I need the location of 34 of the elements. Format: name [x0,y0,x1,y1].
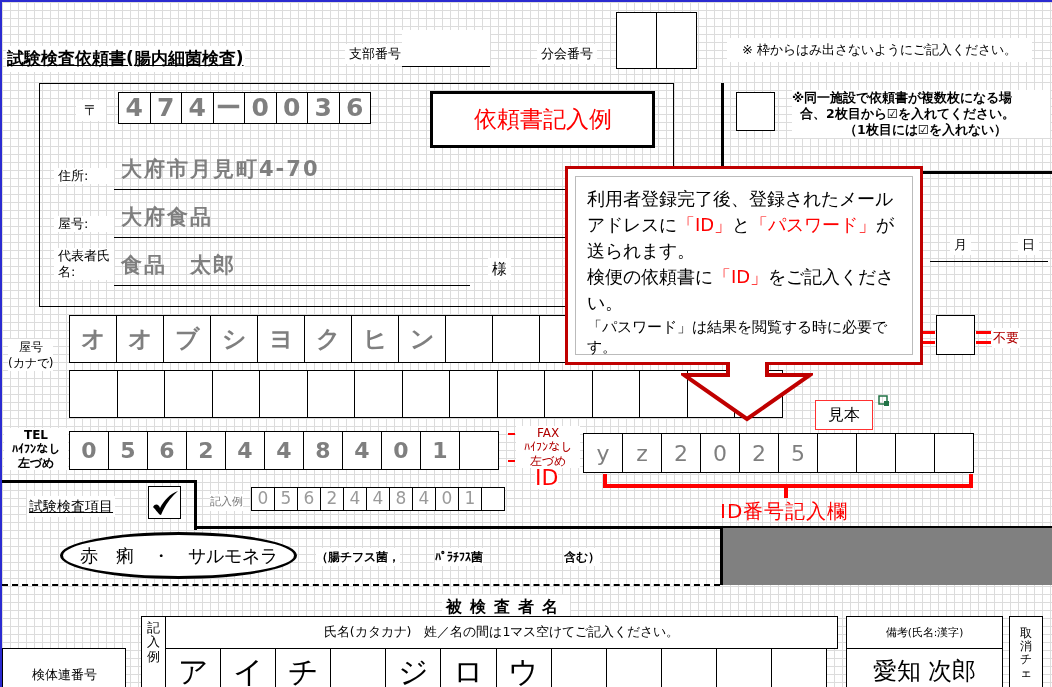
example-badge: 依頼書記入例 [430,91,655,148]
field-label: TEL ﾊｲﾌﾝなし 左づめ [4,428,68,470]
honorific: 様 [488,257,511,280]
unneeded-label: 不要 [992,328,1020,348]
table-cell: 愛知 次郎 [846,648,1003,687]
notice-text: ※ 枠からはみ出さないようにご記入ください。 [727,38,1032,62]
section-label: 試験検査項目 [27,496,115,517]
day-label: 日 [1018,235,1039,255]
field-label: 住所: [54,167,114,184]
field-label: 屋号 (カナで) [8,339,54,371]
field-label: 屋号: [54,215,114,232]
note-text: （腸チフス菌， [316,548,400,566]
note-text: ﾊﾟﾗﾁﾌｽ菌 [435,548,483,566]
sample-tooltip: 見本 [815,400,873,430]
column-header: 取消チェ [1020,627,1032,682]
message-text: 利用者登録完了後、登録されたメールアドレスに「ID」と「パスワード」が送られます。 検便の依頼書に「ID」をご記入ください。 「パスワード」は結果を閲覧する時に必要です。 [575,176,913,355]
field-label: 支部番号 [345,44,405,64]
field-label: FAX ﾊｲﾌﾝなし 左づめ [516,426,580,468]
note-text: 含む） [564,548,600,566]
field-label: 代表者氏名: [54,247,114,280]
column-header: 氏名(カタカナ) 姓／名の間は1マス空けてご記入ください。 [165,616,838,649]
field-label: 分会番号 [537,44,597,64]
example-label: 記入例 [147,621,160,666]
column-header: 備考(氏名:漢字) [846,616,1003,649]
serial-header: 検体連番号 [2,648,126,687]
month-label: 月 [950,235,971,255]
instruction-text: ※同一施設で依頼書が複数枚になる場 合、2枚目から☑を入れてください。 （1枚目には☑を入れない） [792,90,1050,138]
id-caption: ID番号記入欄 [720,498,849,525]
example-label: 記入例 [210,494,243,511]
target-oval: 赤 痢 ・ サルモネラ [60,532,297,579]
postal-mark: 〒 [76,100,106,121]
section-title: 被検査者名 [442,595,570,619]
id-label: ID [535,467,559,489]
form-title: 試験検査依頼書(腸内細菌検査) [6,46,245,72]
